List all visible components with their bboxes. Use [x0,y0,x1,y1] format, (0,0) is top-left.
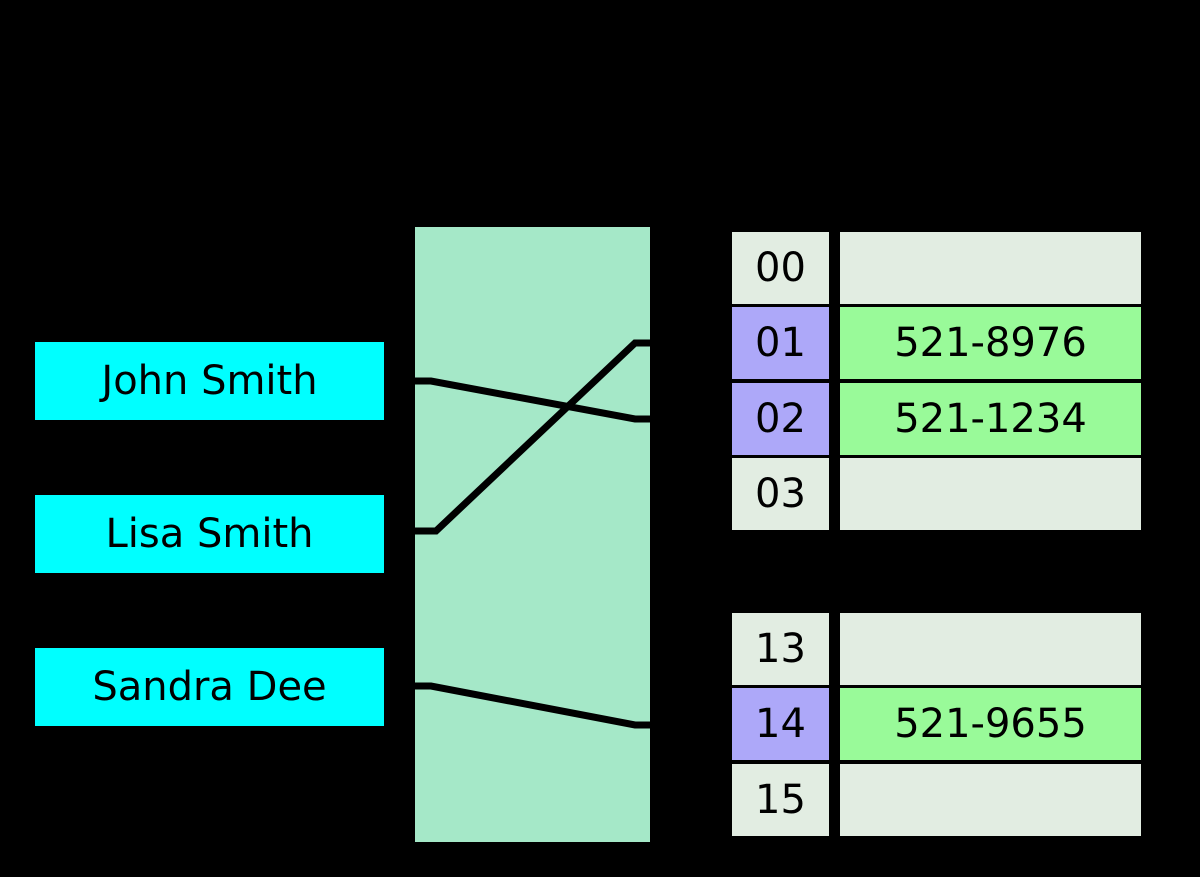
key-box-john-smith[interactable]: John Smith [35,342,384,420]
bucket-value[interactable]: 521-8976 [840,307,1141,380]
bucket-value[interactable]: 521-1234 [840,382,1141,455]
bucket-index[interactable]: 14 [732,688,829,761]
table-row[interactable]: 14 521-9655 [732,687,1141,762]
table-row[interactable]: 02 521-1234 [732,382,1141,457]
hash-function-label [415,227,650,842]
bucket-value[interactable] [840,613,1141,685]
bucket-value[interactable] [840,763,1141,836]
bucket-index[interactable]: 02 [732,382,829,455]
table-row[interactable]: 03 [732,457,1141,532]
table-row[interactable]: 13 [732,612,1141,687]
diagram-canvas: John Smith Lisa Smith Sandra Dee 00 01 5… [0,0,1200,877]
bucket-index[interactable]: 13 [732,613,829,685]
key-label: Sandra Dee [92,664,327,710]
hash-function-box [415,227,650,842]
table-row[interactable]: 00 [732,231,1141,306]
key-label: John Smith [101,358,318,404]
key-box-lisa-smith[interactable]: Lisa Smith [35,495,384,573]
bucket-index[interactable]: 15 [732,763,829,836]
bucket-index[interactable]: 03 [732,457,829,530]
table-row[interactable]: 15 [732,763,1141,838]
bucket-index[interactable]: 00 [732,232,829,304]
bucket-value[interactable] [840,457,1141,530]
bucket-value[interactable] [840,232,1141,304]
bucket-value[interactable]: 521-9655 [840,688,1141,761]
hash-table-upper: 00 01 521-8976 02 521-1234 03 [732,231,1141,532]
key-box-sandra-dee[interactable]: Sandra Dee [35,648,384,726]
key-label: Lisa Smith [105,511,314,557]
hash-table-lower: 13 14 521-9655 15 [732,612,1141,838]
bucket-index[interactable]: 01 [732,307,829,380]
table-row[interactable]: 01 521-8976 [732,306,1141,381]
